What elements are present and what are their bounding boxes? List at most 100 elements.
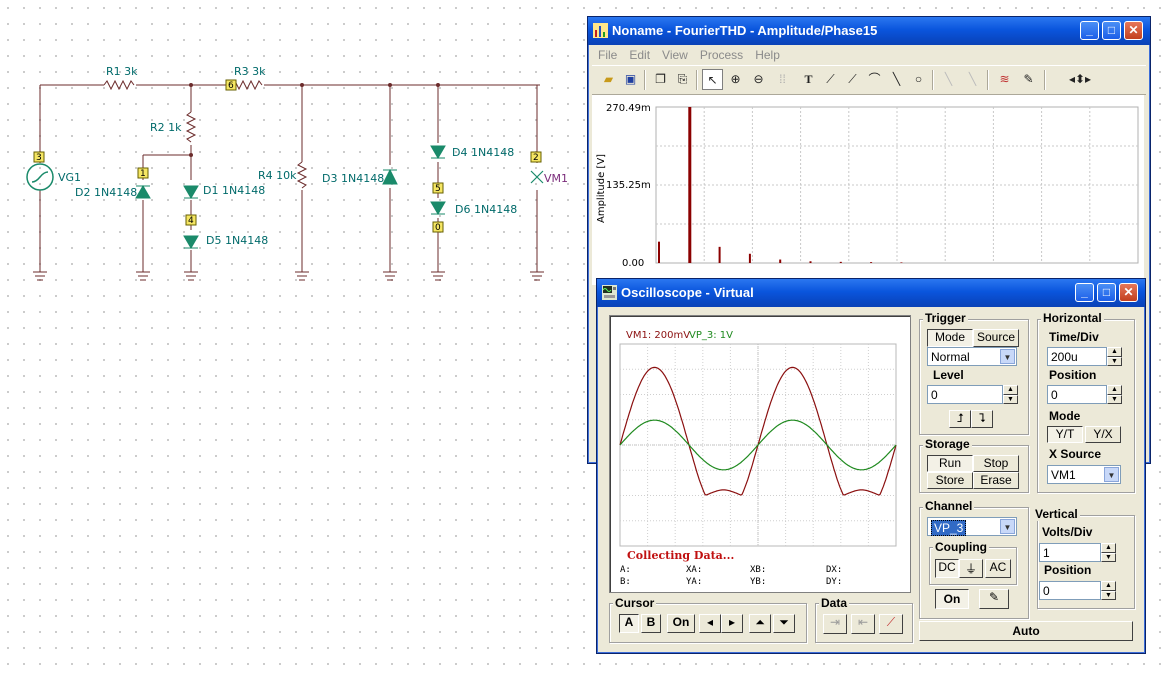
trigger-label: Trigger — [923, 311, 968, 325]
timediv-input[interactable]: 200u — [1047, 347, 1107, 366]
channel-on-button[interactable]: On — [935, 589, 969, 609]
menu-help[interactable]: Help — [755, 45, 780, 65]
yt-button[interactable]: Y/T — [1047, 426, 1083, 443]
export-data-button: ⇤ — [851, 614, 875, 634]
svg-text:1: 1 — [140, 169, 146, 179]
scope-titlebar[interactable]: Oscilloscope - Virtual _ □ ✕ — [597, 279, 1145, 307]
close-button[interactable]: ✕ — [1124, 21, 1143, 40]
zoom-in-icon[interactable]: ⊕ — [725, 69, 746, 90]
run-button[interactable]: Run — [927, 455, 973, 472]
cursor-label: Cursor — [613, 596, 657, 610]
save-icon[interactable]: ▣ — [620, 69, 641, 90]
trigger-mode-button[interactable]: Mode — [927, 329, 973, 347]
probe-icon: ✎ — [988, 590, 1000, 604]
circuit-schematic[interactable]: 3 6 1 4 5 0 2 R1 3k R3 3k R2 1k R4 10k D… — [0, 0, 590, 300]
disabled-a-icon: ╲ — [944, 72, 953, 86]
maximize-button[interactable]: □ — [1102, 21, 1121, 40]
store-button[interactable]: Store — [927, 472, 973, 489]
stop-button[interactable]: Stop — [973, 455, 1019, 472]
voltsdiv-input[interactable]: 1 — [1039, 543, 1101, 562]
zoom-100-icon[interactable]: ⊖ — [748, 69, 769, 90]
cursor-b-icon[interactable]: ⟋ — [842, 69, 863, 90]
arrow-left-icon: ◂ — [706, 615, 714, 629]
fourier-titlebar[interactable]: Noname - FourierTHD - Amplitude/Phase15 … — [588, 17, 1150, 45]
line-icon[interactable]: ╲ — [886, 69, 907, 90]
cursor-right-button[interactable]: ▸ — [721, 614, 743, 633]
cursor-top-button[interactable]: ⏶ — [749, 614, 771, 633]
svg-text:3: 3 — [36, 153, 42, 163]
circle-icon[interactable]: ○ — [908, 69, 929, 90]
readout-ya: YA: — [686, 577, 702, 587]
v-position-input[interactable]: 0 — [1039, 581, 1101, 600]
ytick-mid: 135.25m — [606, 180, 651, 191]
probe-button[interactable]: ✎ — [979, 589, 1009, 609]
copy-icon[interactable]: ❐ — [650, 69, 671, 90]
spectrum-bar — [870, 262, 873, 263]
spectrum-bar — [748, 253, 751, 263]
label-vm1: VM1 — [544, 172, 568, 185]
minimize-button[interactable]: _ — [1075, 283, 1094, 302]
level-spinner[interactable]: ▲ ▼ — [1003, 385, 1018, 404]
oscilloscope-window: Oscilloscope - Virtual _ □ ✕ VM1: 200mV … — [596, 278, 1146, 654]
trigger-level-input[interactable]: 0 — [927, 385, 1003, 404]
menu-process[interactable]: Process — [700, 45, 743, 65]
spectrum-chart[interactable]: Amplitude [V] 270.49m 135.25m 0.00 — [592, 95, 1144, 285]
open-icon[interactable]: ▰ — [598, 69, 619, 90]
v-position-spinner[interactable]: ▲ ▼ — [1101, 581, 1116, 600]
timediv-spinner[interactable]: ▲ ▼ — [1107, 347, 1122, 366]
dc-button[interactable]: DC — [935, 559, 959, 578]
ytick-top: 270.49m — [606, 103, 651, 114]
d3-diode — [382, 168, 398, 185]
minimize-button[interactable]: _ — [1080, 21, 1099, 40]
auto-button[interactable]: Auto — [919, 621, 1133, 641]
import-icon: ⇥ — [829, 615, 841, 629]
cursor-bottom-button[interactable]: ⏷ — [773, 614, 795, 633]
r4-resistor — [296, 161, 308, 189]
trigger-mode-select[interactable]: Normal ▼ — [927, 347, 1017, 366]
rising-edge-button[interactable]: ⮥ — [949, 410, 971, 428]
text-icon[interactable]: T — [798, 69, 819, 90]
ac-button[interactable]: AC — [985, 559, 1011, 578]
voltsdiv-spinner[interactable]: ▲ ▼ — [1101, 543, 1116, 562]
data-label: Data — [819, 596, 850, 610]
readout-yb: YB: — [750, 577, 766, 587]
cursor-b-button[interactable]: B — [641, 614, 661, 633]
storage-label: Storage — [923, 437, 972, 451]
h-position-input[interactable]: 0 — [1047, 385, 1107, 404]
menu-view[interactable]: View — [662, 45, 688, 65]
yx-button[interactable]: Y/X — [1085, 426, 1121, 443]
color-icon[interactable]: ≋ — [994, 69, 1015, 90]
cursor-on-button[interactable]: On — [667, 614, 695, 633]
trigger-source-button[interactable]: Source — [973, 329, 1019, 347]
ground-icon — [33, 271, 544, 281]
maximize-button[interactable]: □ — [1097, 283, 1116, 302]
paste-icon[interactable]: ⎘ — [672, 69, 693, 90]
export-icon: ⇤ — [857, 615, 869, 629]
curve-icon[interactable]: ⌒ — [864, 69, 885, 90]
xsource-select[interactable]: VM1 ▼ — [1047, 465, 1121, 484]
svg-text:4: 4 — [188, 216, 194, 226]
erase-button[interactable]: Erase — [973, 472, 1019, 489]
spectrum-bar — [658, 241, 660, 263]
menu-file[interactable]: File — [598, 45, 617, 65]
cursor-left-button[interactable]: ◂ — [699, 614, 721, 633]
d5-diode — [183, 235, 199, 249]
diagram-button[interactable]: ⟋ — [879, 614, 903, 634]
diagram-icon: ⟋ — [886, 615, 896, 629]
h-position-label: Position — [1049, 368, 1097, 382]
ground-coupling-button[interactable]: ⏚ — [959, 559, 983, 578]
grid-icon[interactable]: ⁞⁞ — [772, 69, 793, 90]
channel-select[interactable]: VP_3 ▼ — [927, 517, 1017, 536]
pen-icon[interactable]: ✎ — [1018, 69, 1039, 90]
menu-edit[interactable]: Edit — [629, 45, 650, 65]
cursor-a-icon[interactable]: ⟋ — [820, 69, 841, 90]
cursor-a-button[interactable]: A — [619, 614, 639, 633]
label-d6: D6 1N4148 — [455, 203, 517, 216]
spectrum-bar — [900, 262, 903, 263]
close-button[interactable]: ✕ — [1119, 283, 1138, 302]
pointer-icon[interactable]: ↖ — [702, 69, 723, 90]
h-position-spinner[interactable]: ▲ ▼ — [1107, 385, 1122, 404]
scope-screen[interactable]: VM1: 200mV VP_3: 1V Collecting Data... A… — [610, 316, 910, 592]
falling-edge-button[interactable]: ⮧ — [971, 410, 993, 428]
scroll-icon[interactable]: ◂⬍▸ — [1058, 69, 1102, 90]
